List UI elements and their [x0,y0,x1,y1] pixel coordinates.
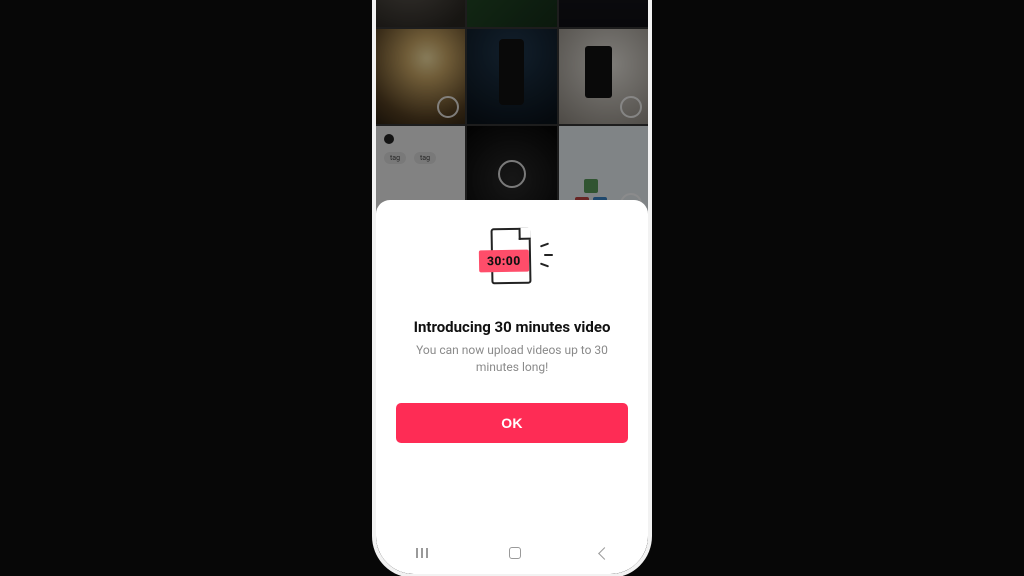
phone-screen: ••••• tag [376,0,648,574]
feed-tile [376,29,465,124]
modal-title: Introducing 30 minutes video [414,318,611,336]
time-badge: 30:00 [479,250,529,273]
spark-icon [540,263,549,268]
feed-tile: ••••• [376,0,465,27]
announcement-modal: 30:00 Introducing 30 minutes video You c… [376,200,648,574]
nav-back-icon[interactable] [598,547,611,560]
android-navbar [376,538,648,568]
nav-home-icon[interactable] [509,547,521,559]
nav-recent-icon[interactable] [416,548,430,558]
feed-tile [467,0,556,27]
spark-icon [544,254,553,256]
feed-tile [467,29,556,124]
ok-button[interactable]: OK [396,403,628,443]
phone-frame: ••••• tag [372,0,652,576]
modal-subtitle: You can now upload videos up to 30 minut… [402,342,622,377]
spark-icon [540,243,549,248]
feed-tile [559,0,648,27]
feed-tile [559,29,648,124]
timer-illustration: 30:00 [469,226,555,302]
